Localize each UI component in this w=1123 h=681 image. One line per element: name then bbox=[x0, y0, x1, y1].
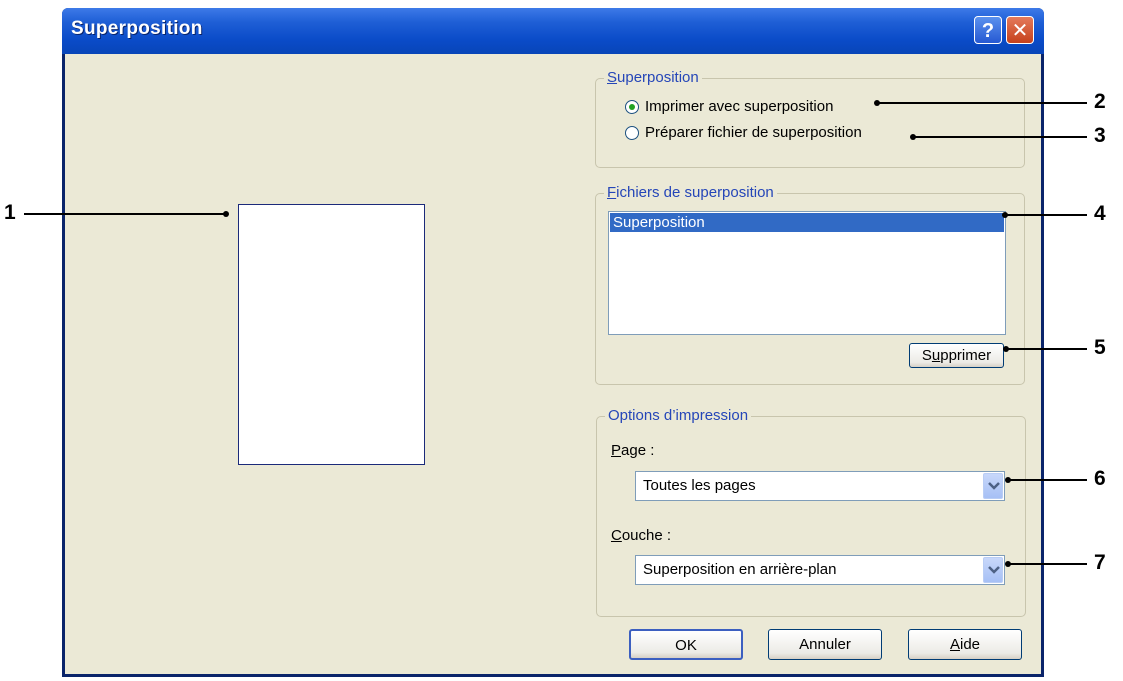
radio-print-with-overlay[interactable]: Imprimer avec superposition bbox=[625, 98, 833, 115]
delete-button[interactable]: Supprimer bbox=[909, 343, 1004, 368]
chevron-down-icon bbox=[988, 482, 1000, 490]
layer-dropdown-button[interactable] bbox=[983, 557, 1003, 583]
radio-prepare-overlay-file-label: Préparer fichier de superposition bbox=[645, 124, 862, 141]
callout-line-5 bbox=[1006, 348, 1087, 350]
callout-number-2: 2 bbox=[1094, 90, 1106, 113]
radio-checked-icon[interactable] bbox=[625, 99, 639, 114]
close-button[interactable]: ✕ bbox=[1006, 16, 1034, 44]
overlay-files-group-legend: Fichiers de superposition bbox=[604, 184, 777, 202]
ok-button[interactable]: OK bbox=[629, 629, 743, 660]
window-title: Superposition bbox=[71, 18, 203, 39]
superposition-group-legend: Superposition bbox=[604, 69, 702, 87]
close-icon: ✕ bbox=[1011, 20, 1029, 42]
list-item[interactable]: Superposition bbox=[610, 213, 1004, 232]
callout-line-4 bbox=[1005, 214, 1087, 216]
callout-number-3: 3 bbox=[1094, 124, 1106, 147]
radio-prepare-overlay-file[interactable]: Préparer fichier de superposition bbox=[625, 124, 862, 141]
layer-select-value: Superposition en arrière-plan bbox=[643, 561, 837, 578]
callout-line-2 bbox=[877, 102, 1087, 104]
layer-select[interactable]: Superposition en arrière-plan bbox=[635, 555, 1005, 585]
overlay-files-group: Fichiers de superposition Superposition … bbox=[595, 184, 1025, 385]
page-select[interactable]: Toutes les pages bbox=[635, 471, 1005, 501]
callout-line-1 bbox=[24, 213, 226, 215]
page-select-value: Toutes les pages bbox=[643, 477, 756, 494]
callout-line-3 bbox=[913, 136, 1087, 138]
dialog-window: Superposition ? ✕ Superposition Imprimer… bbox=[62, 8, 1044, 677]
print-options-group-legend: Options d’impression bbox=[605, 407, 752, 425]
page-dropdown-button[interactable] bbox=[983, 473, 1003, 499]
callout-number-7: 7 bbox=[1094, 551, 1106, 574]
callout-number-5: 5 bbox=[1094, 336, 1106, 359]
radio-unchecked-icon[interactable] bbox=[625, 125, 639, 140]
overlay-files-listbox[interactable]: Superposition bbox=[608, 211, 1006, 335]
layer-label: Couche : bbox=[611, 527, 672, 544]
superposition-group: Superposition Imprimer avec superpositio… bbox=[595, 69, 1025, 168]
cancel-button[interactable]: Annuler bbox=[768, 629, 882, 660]
callout-number-6: 6 bbox=[1094, 467, 1106, 490]
help-title-button[interactable]: ? bbox=[974, 16, 1002, 44]
callout-number-4: 4 bbox=[1094, 202, 1106, 225]
title-bar[interactable]: Superposition ? ✕ bbox=[62, 8, 1044, 54]
dialog-client: Superposition Imprimer avec superpositio… bbox=[65, 54, 1041, 674]
callout-dot-1 bbox=[223, 211, 229, 217]
callout-line-6 bbox=[1008, 479, 1087, 481]
radio-print-with-overlay-label: Imprimer avec superposition bbox=[645, 98, 834, 115]
page-preview bbox=[238, 204, 425, 465]
page-label: Page : bbox=[611, 442, 655, 459]
print-options-group: Options d’impression Page : Toutes les p… bbox=[596, 407, 1026, 617]
callout-line-7 bbox=[1008, 563, 1087, 565]
help-button[interactable]: Aide bbox=[908, 629, 1022, 660]
chevron-down-icon bbox=[988, 566, 1000, 574]
callout-number-1: 1 bbox=[4, 201, 16, 224]
